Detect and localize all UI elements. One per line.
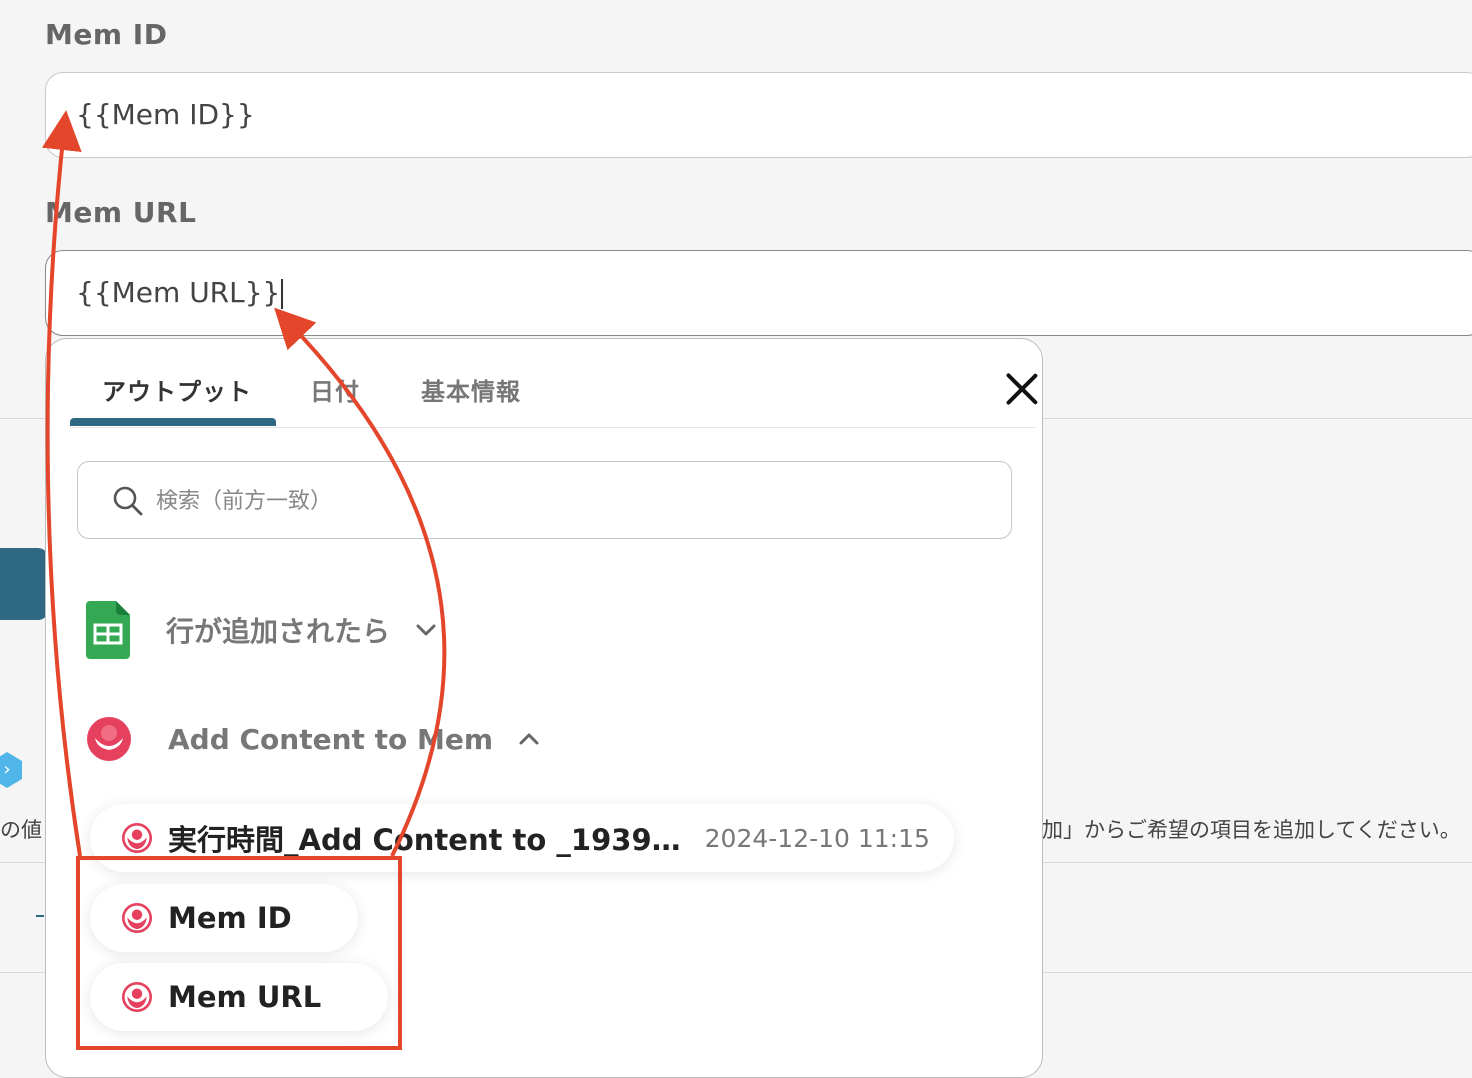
tab-output[interactable]: アウトプット	[102, 372, 252, 407]
mem-url-label: Mem URL	[45, 196, 197, 229]
section-title: Add Content to Mem	[168, 722, 494, 756]
text-caret	[281, 279, 284, 309]
mem-url-input-value: {{Mem URL}}	[76, 276, 281, 309]
google-sheets-icon	[86, 601, 130, 659]
search-icon	[113, 486, 143, 516]
output-chip-label: 実行時間_Add Content to _1939…	[168, 823, 681, 857]
output-chip-value: 2024-12-10 11:15	[704, 823, 930, 853]
section-add-content-to-mem[interactable]: Add Content to Mem	[86, 716, 541, 762]
picker-tabs: アウトプット 日付 基本情報	[70, 339, 1036, 428]
tab-basic-info[interactable]: 基本情報	[421, 372, 521, 407]
background-help-text: の値	[0, 818, 42, 842]
background-dash	[36, 915, 44, 917]
info-badge-icon: ›	[0, 752, 22, 788]
background-primary-button[interactable]	[0, 548, 48, 620]
active-tab-indicator	[70, 418, 276, 426]
annotation-highlight-box	[76, 856, 402, 1050]
section-row-added[interactable]: 行が追加されたら	[86, 601, 438, 659]
background-help-text-right: 加」からご希望の項目を追加してください。	[1042, 818, 1461, 842]
search-box[interactable]	[77, 461, 1012, 540]
mem-id-label: Mem ID	[45, 18, 168, 51]
tab-date[interactable]: 日付	[310, 372, 360, 407]
search-input[interactable]	[154, 462, 978, 540]
mem-logo-icon	[87, 717, 131, 761]
mem-id-input[interactable]: {{Mem ID}}	[45, 72, 1472, 158]
mem-url-input[interactable]: {{Mem URL}}	[45, 250, 1472, 336]
chevron-down-icon	[416, 624, 436, 636]
close-icon[interactable]	[1004, 371, 1040, 407]
mem-logo-icon	[122, 823, 152, 853]
mem-id-input-value: {{Mem ID}}	[76, 98, 255, 131]
chevron-up-icon	[519, 733, 539, 745]
section-title: 行が追加されたら	[166, 615, 391, 648]
